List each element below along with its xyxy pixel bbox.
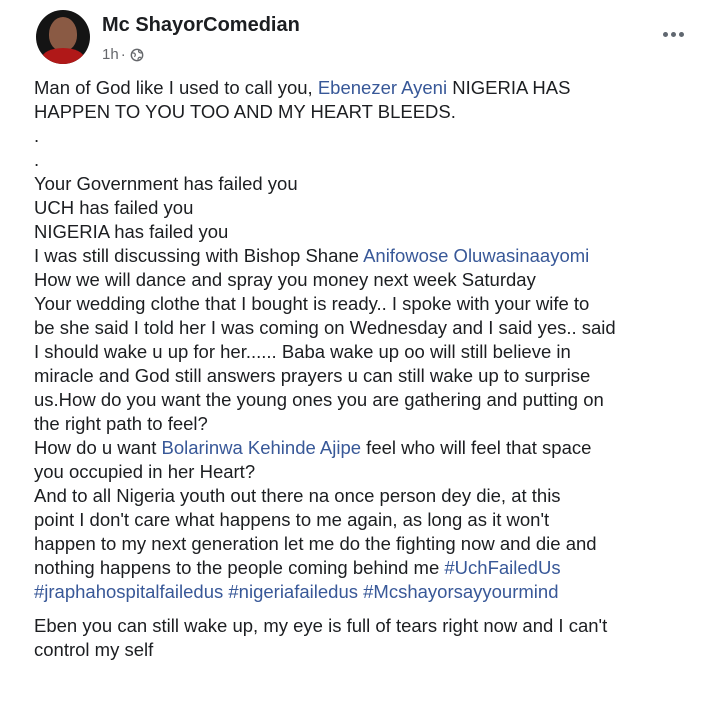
hashtag-nigeriafailedus[interactable]: #nigeriafailedus <box>228 581 358 602</box>
dot-line: . <box>34 125 40 146</box>
dot-line: . <box>34 149 40 170</box>
hashtag-jraphahospitalfailedus[interactable]: #jraphahospitalfailedus <box>34 581 223 602</box>
post-card: Mc ShayorComedian 1h · Man of God like I… <box>0 0 720 720</box>
author-name[interactable]: Mc ShayorComedian <box>102 14 300 37</box>
text-line: miracle and God still answers prayers u … <box>34 365 591 386</box>
text-line: I should wake u up for her...... Baba wa… <box>34 341 571 362</box>
text-line: you occupied in her Heart? <box>34 461 256 482</box>
text-line: HAPPEN TO YOU TOO AND MY HEART BLEEDS. <box>34 101 456 122</box>
text-line: control my self <box>34 639 154 660</box>
text-line: the right path to feel? <box>34 413 208 434</box>
mention-ebenezer-ayeni[interactable]: Ebenezer Ayeni <box>318 77 447 98</box>
text-line: us.How do you want the young ones you ar… <box>34 389 604 410</box>
text-line: nothing happens to the people coming beh… <box>34 557 561 578</box>
post-time[interactable]: 1h <box>102 46 119 63</box>
meta-separator: · <box>120 46 126 63</box>
hashtag-uchfailedus[interactable]: #UchFailedUs <box>444 557 560 578</box>
avatar[interactable] <box>36 10 90 64</box>
text-line: NIGERIA has failed you <box>34 221 229 242</box>
mention-anifowose-oluwasinaayomi[interactable]: Anifowose Oluwasinaayomi <box>363 245 589 266</box>
text-line: Man of God like I used to call you, Eben… <box>34 77 571 98</box>
text-line: Your wedding clothe that I bought is rea… <box>34 293 590 314</box>
text-line: #jraphahospitalfailedus #nigeriafailedus… <box>34 580 694 604</box>
hashtag-mcshayorsayyourmind[interactable]: #Mcshayorsayyourmind <box>363 581 558 602</box>
text-line: UCH has failed you <box>34 197 194 218</box>
text-line: I was still discussing with Bishop Shane… <box>34 245 590 266</box>
text-line: How do u want Bolarinwa Kehinde Ajipe fe… <box>34 437 592 458</box>
text-line: be she said I told her I was coming on W… <box>34 317 616 338</box>
mention-bolarinwa-kehinde-ajipe[interactable]: Bolarinwa Kehinde Ajipe <box>162 437 362 458</box>
post-body: Man of God like I used to call you, Eben… <box>34 76 694 662</box>
text-line: And to all Nigeria youth out there na on… <box>34 485 561 506</box>
globe-icon <box>130 48 144 61</box>
avatar-collar <box>42 48 84 64</box>
text-line: Eben you can still wake up, my eye is fu… <box>34 615 608 636</box>
post-meta: 1h · <box>102 46 144 63</box>
text-line: point I don't care what happens to me ag… <box>34 509 550 530</box>
text-line: How we will dance and spray you money ne… <box>34 269 536 290</box>
text-line: happen to my next generation let me do t… <box>34 533 597 554</box>
more-options-icon[interactable] <box>656 24 690 44</box>
post-header: Mc ShayorComedian 1h · <box>36 10 690 70</box>
text-line: Your Government has failed you <box>34 173 298 194</box>
avatar-face <box>49 17 77 51</box>
